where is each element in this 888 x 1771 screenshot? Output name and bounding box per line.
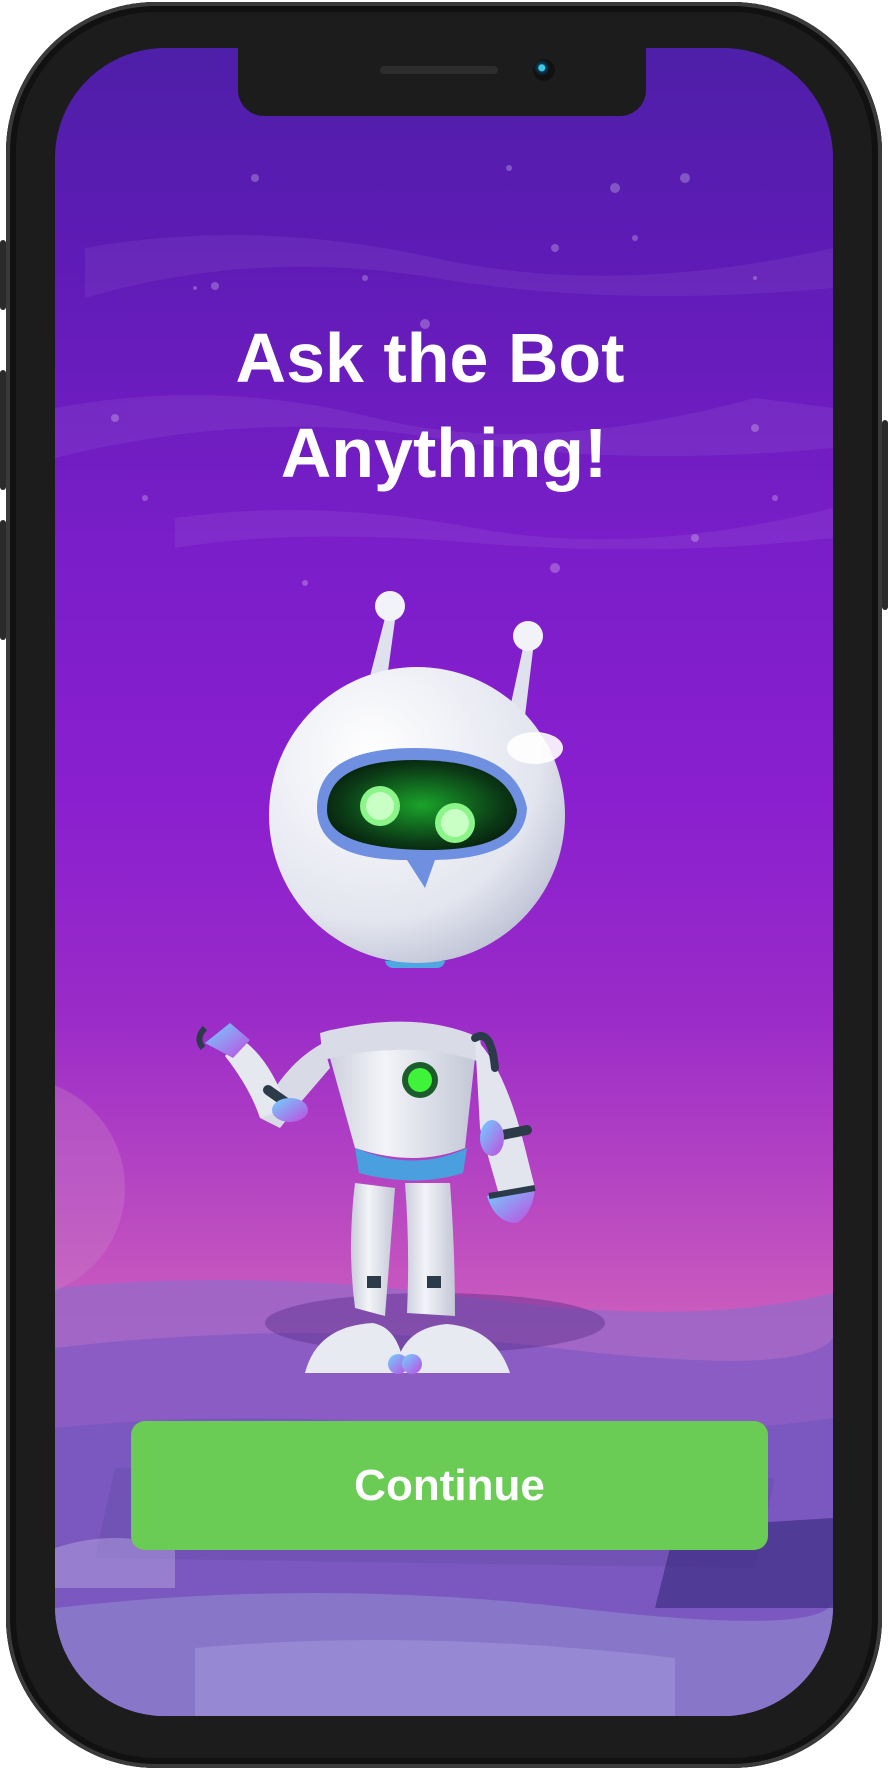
phone-mute-switch bbox=[0, 240, 6, 310]
headline-line-2: Anything! bbox=[280, 414, 608, 492]
phone-notch bbox=[238, 48, 646, 116]
headline-line-1: Ask the Bot bbox=[235, 319, 625, 397]
front-camera bbox=[533, 59, 555, 81]
phone-speaker bbox=[380, 66, 498, 74]
continue-button[interactable]: Continue bbox=[131, 1421, 768, 1550]
phone-volume-down-button bbox=[0, 520, 6, 640]
